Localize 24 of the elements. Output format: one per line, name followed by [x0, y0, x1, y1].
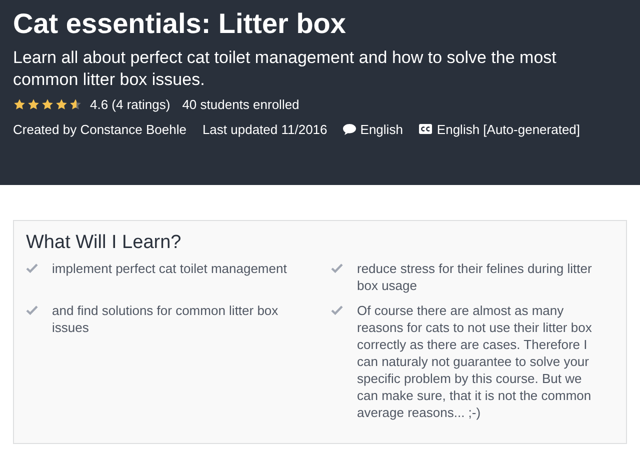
- star-icon: [41, 98, 54, 112]
- speech-bubble-icon: [343, 124, 356, 135]
- section-title: What Will I Learn?: [26, 231, 182, 255]
- check-icon: [26, 305, 38, 315]
- learn-item: Of course there are almost as many reasons for cats to not use their litter box correctly as there are cases. Therefore I can naturaly not guarantee to solve your specific problem by this course. But we can make sure, that it is not the common average reasons... ;-): [357, 302, 593, 421]
- enrolled-text: 40 students enrolled: [182, 96, 300, 114]
- learn-item: reduce stress for their felines during litter box usage: [357, 260, 593, 294]
- check-icon: [331, 263, 343, 273]
- author-text: Created by Constance Boehle: [13, 120, 186, 139]
- check-icon: [331, 305, 343, 315]
- captions-text: English [Auto-generated]: [436, 120, 580, 139]
- star-icon: [55, 98, 68, 112]
- star-icon: [27, 98, 40, 112]
- course-subtitle: Learn all about perfect cat toilet management and how to solve the most common litter box issues.: [13, 47, 558, 91]
- check-icon: [26, 263, 38, 273]
- closed-captions-icon: [418, 124, 432, 134]
- star-icon: [13, 98, 26, 112]
- star-icon: [69, 98, 82, 112]
- learn-item: implement perfect cat toilet management: [52, 260, 287, 278]
- updated-text: Last updated 11/2016: [202, 120, 328, 139]
- rating-text: 4.6 (4 ratings): [90, 96, 170, 114]
- language-text: English: [360, 120, 403, 139]
- course-title: Cat essentials: Litter box: [13, 7, 347, 41]
- learn-item: and find solutions for common litter box issues: [52, 302, 280, 337]
